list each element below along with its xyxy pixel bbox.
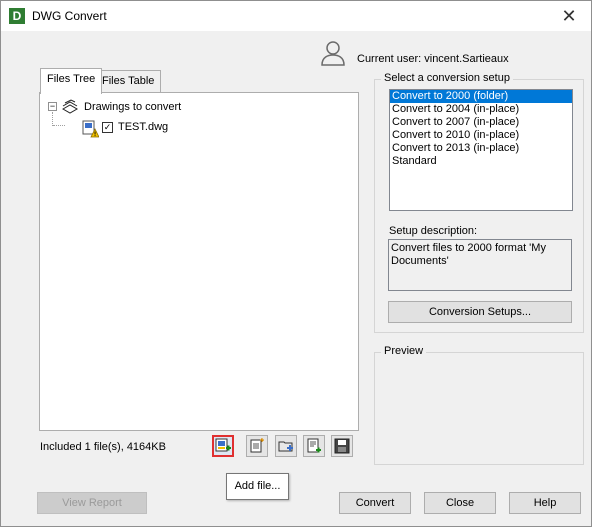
add-file-icon <box>215 438 231 452</box>
tree-connector <box>52 112 53 126</box>
close-button[interactable]: Close <box>424 492 496 514</box>
conversion-setups-button[interactable]: Conversion Setups... <box>388 301 572 323</box>
setup-description-label: Setup description: <box>389 225 478 237</box>
collapse-icon[interactable]: − <box>48 102 57 111</box>
window-title: DWG Convert <box>32 9 107 23</box>
convert-button[interactable]: Convert <box>339 492 411 514</box>
files-tree-panel[interactable]: − Drawings to convert ✓ TEST.dwg <box>39 92 359 431</box>
included-files-status: Included 1 file(s), 4164KB <box>40 441 166 453</box>
conversion-setup-title: Select a conversion setup <box>381 72 513 84</box>
app-icon: D <box>9 8 25 24</box>
setup-item[interactable]: Convert to 2000 (folder) <box>390 90 572 103</box>
add-sheet-set-button[interactable] <box>246 435 268 457</box>
file-checkbox[interactable]: ✓ <box>102 122 113 133</box>
tree-connector <box>53 125 65 126</box>
setup-item[interactable]: Convert to 2010 (in-place) <box>390 129 572 142</box>
dwg-convert-window: D DWG Convert ✕ Current user: vincent.Sa… <box>0 0 592 527</box>
add-folder-icon <box>278 441 293 452</box>
dwg-file-warning-icon <box>82 120 99 138</box>
add-sheet-set-icon <box>250 438 264 453</box>
help-button[interactable]: Help <box>509 492 581 514</box>
setup-description-box: Convert files to 2000 format 'My Documen… <box>388 239 572 291</box>
title-bar: D DWG Convert ✕ <box>1 1 591 31</box>
close-window-button[interactable]: ✕ <box>547 1 591 31</box>
append-list-button[interactable] <box>303 435 325 457</box>
setup-item[interactable]: Convert to 2004 (in-place) <box>390 103 572 116</box>
drawings-stack-icon <box>61 99 79 114</box>
preview-group: Preview <box>374 345 584 465</box>
current-user-label: Current user: vincent.Sartieaux <box>357 53 509 65</box>
add-file-tooltip: Add file... <box>226 473 289 500</box>
tree-root-label: Drawings to convert <box>84 101 182 113</box>
file-label: TEST.dwg <box>118 121 169 133</box>
save-list-button[interactable] <box>331 435 353 457</box>
conversion-setup-list[interactable]: Convert to 2000 (folder) Convert to 2004… <box>389 89 573 211</box>
add-file-button[interactable] <box>212 435 234 457</box>
preview-title: Preview <box>381 345 427 357</box>
add-folder-button[interactable] <box>275 435 297 457</box>
setup-item[interactable]: Standard <box>390 155 572 168</box>
save-icon <box>334 438 350 454</box>
append-list-icon <box>307 438 321 453</box>
user-icon <box>321 41 345 66</box>
tab-files-table[interactable]: Files Table <box>95 70 162 92</box>
tab-files-tree[interactable]: Files Tree <box>40 68 103 94</box>
setup-item[interactable]: Convert to 2007 (in-place) <box>390 116 572 129</box>
setup-item[interactable]: Convert to 2013 (in-place) <box>390 142 572 155</box>
view-report-button[interactable]: View Report <box>37 492 147 514</box>
